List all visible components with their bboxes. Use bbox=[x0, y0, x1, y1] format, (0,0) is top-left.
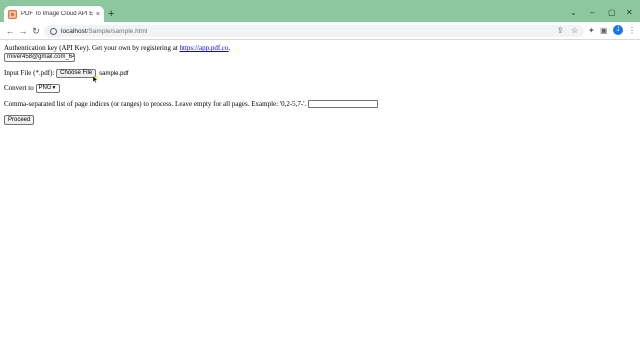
mouse-cursor-icon bbox=[93, 76, 98, 84]
url-path: /Sample/sample.html bbox=[86, 27, 148, 35]
tab-title: PDF To Image Cloud API Example bbox=[21, 11, 93, 17]
close-window-button[interactable]: ✕ bbox=[626, 9, 633, 17]
reload-button[interactable]: ↻ bbox=[30, 25, 42, 37]
forward-button[interactable]: → bbox=[17, 25, 29, 37]
format-select[interactable]: PNG ▼ bbox=[35, 84, 60, 93]
pages-input[interactable] bbox=[308, 100, 379, 109]
tab-strip: PDF To Image Cloud API Example × + ⌄ – ▢… bbox=[0, 0, 640, 22]
menu-icon[interactable]: ⋮ bbox=[628, 25, 636, 37]
chevron-down-icon: ▼ bbox=[51, 85, 57, 91]
input-file-label: Input File (*.pdf): bbox=[4, 69, 55, 78]
address-bar[interactable]: localhost/Sample/sample.html bbox=[44, 25, 584, 37]
pages-label: Comma-separated list of page indices (or… bbox=[4, 100, 307, 108]
register-link[interactable]: https://app.pdf.co bbox=[180, 44, 229, 52]
back-button[interactable]: ← bbox=[4, 25, 16, 37]
api-key-input[interactable]: rniver458@gmail.com_64dc bbox=[4, 53, 75, 62]
choose-file-button[interactable]: Choose File bbox=[56, 69, 97, 78]
url-host: localhost bbox=[61, 27, 87, 35]
bookmark-star-icon[interactable]: ☆ bbox=[571, 25, 578, 37]
pdf-favicon-icon bbox=[8, 9, 17, 19]
new-tab-button[interactable]: + bbox=[108, 9, 114, 20]
chosen-file-name: sample.pdf bbox=[99, 70, 129, 77]
convert-to-label: Convert to bbox=[4, 84, 34, 93]
auth-link-suffix: . bbox=[228, 44, 231, 52]
auth-label: Authentication key (API Key). Get your o… bbox=[4, 44, 180, 52]
share-icon[interactable]: ⇪ bbox=[557, 25, 564, 37]
auth-row: Authentication key (API Key). Get your o… bbox=[4, 44, 230, 52]
browser-tab[interactable]: PDF To Image Cloud API Example × bbox=[4, 6, 104, 22]
profile-avatar[interactable]: J bbox=[613, 25, 623, 35]
input-file-row: Input File (*.pdf): Choose File sample.pd… bbox=[4, 69, 128, 78]
maximize-button[interactable]: ▢ bbox=[608, 9, 616, 17]
minimize-button[interactable]: – bbox=[590, 9, 594, 17]
proceed-button[interactable]: Proceed bbox=[4, 115, 35, 125]
tab-search-icon[interactable]: ⌄ bbox=[570, 9, 577, 17]
browser-toolbar: ← → ↻ localhost/Sample/sample.html ⇪ ☆ ✦… bbox=[0, 22, 640, 40]
format-select-value: PNG bbox=[38, 85, 52, 91]
convert-row: Convert to PNG ▼ bbox=[4, 84, 60, 93]
pages-row: Comma-separated list of page indices (or… bbox=[4, 100, 379, 109]
site-info-icon[interactable] bbox=[50, 27, 57, 35]
tab-close-icon[interactable]: × bbox=[96, 11, 100, 18]
side-panel-icon[interactable]: ▣ bbox=[600, 25, 608, 37]
extensions-icon[interactable]: ✦ bbox=[588, 25, 595, 37]
